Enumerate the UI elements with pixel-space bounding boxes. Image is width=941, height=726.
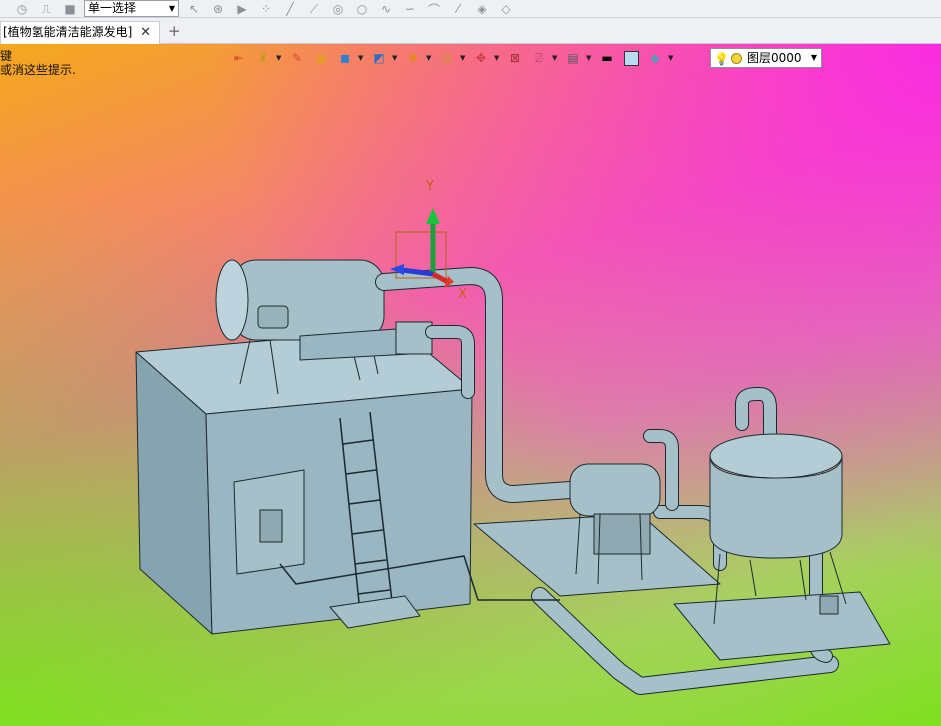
box-icon[interactable]: ▣	[310, 48, 332, 68]
chevron-down-icon: ▼	[810, 53, 817, 62]
layer-color-icon	[731, 53, 742, 64]
render-icon[interactable]: ✺	[402, 48, 424, 68]
top-toolbar: ◷ ⎍ ■ 单一选择 ▼ ↖ ⊛ ▶ ⁘ ╱ ⟋ ◎ ○ ∿ ∽ ⌒ ⁄ ◈ ◇	[0, 0, 941, 18]
chevron-down-icon[interactable]: ▼	[494, 54, 502, 62]
add-tab-icon[interactable]: +	[168, 22, 181, 40]
circle-icon[interactable]: ○	[354, 1, 370, 17]
arc-icon[interactable]: ∽	[402, 1, 418, 17]
view-cube-icon[interactable]: ◩	[368, 48, 390, 68]
chevron-down-icon[interactable]: ▼	[392, 54, 400, 62]
chevron-down-icon[interactable]: ▼	[552, 54, 560, 62]
arc-icon[interactable]: ⌒	[426, 1, 442, 17]
orbit-icon[interactable]: ✥	[470, 48, 492, 68]
brush-icon[interactable]: ✎	[286, 48, 308, 68]
axis-x-label: X	[458, 287, 467, 302]
chevron-down-icon[interactable]: ▼	[460, 54, 468, 62]
zoom-window-icon[interactable]: ⊠	[504, 48, 526, 68]
line-icon[interactable]: ⟋	[306, 1, 322, 17]
layer-dropdown[interactable]: 💡 图层0000 ▼	[710, 48, 822, 68]
top-tank-end	[215, 259, 249, 341]
material-icon[interactable]: ♜	[252, 48, 274, 68]
hint-text: 键 或消这些提示.	[0, 49, 76, 77]
surface-icon[interactable]: ◈	[474, 1, 490, 17]
document-tab[interactable]: [植物氢能清洁能源发电] ✕	[0, 21, 160, 44]
selection-mode-dropdown[interactable]: 单一选择 ▼	[84, 0, 179, 17]
right-vessel-top	[709, 433, 843, 479]
chevron-down-icon[interactable]: ▼	[668, 54, 676, 62]
middle-tank	[569, 463, 661, 517]
display-mode-icon[interactable]: ▤	[562, 48, 584, 68]
layer-label: 图层0000	[747, 51, 802, 65]
panel-switch	[259, 509, 283, 543]
circle-icon[interactable]: ◎	[330, 1, 346, 17]
fill-color-icon[interactable]	[620, 48, 642, 68]
chevron-down-icon[interactable]: ▼	[426, 54, 434, 62]
cube-icon[interactable]: ◼	[334, 48, 356, 68]
chevron-down-icon[interactable]: ▼	[586, 54, 594, 62]
document-tab-label: [植物氢能清洁能源发电]	[3, 25, 133, 39]
chevron-down-icon[interactable]: ▼	[358, 54, 366, 62]
line-color-icon[interactable]: ▬	[596, 48, 618, 68]
hint-line-1: 键	[0, 49, 13, 63]
axis-y-label: Y	[425, 179, 434, 194]
line-icon[interactable]: ╱	[282, 1, 298, 17]
ground-slab-2	[673, 591, 891, 661]
3d-viewport[interactable]: 键 或消这些提示. ⇤ ♜ ▼ ✎ ▣ ◼ ▼ ◩ ▼ ✺ ▼ ⊡ ▼ ✥ ▼ ⊠ ⍁ ▼ ▤…	[0, 44, 941, 726]
cad-model[interactable]: Y X	[0, 44, 941, 726]
exit-icon[interactable]: ⇤	[228, 48, 250, 68]
view-toolbar: ⇤ ♜ ▼ ✎ ▣ ◼ ▼ ◩ ▼ ✺ ▼ ⊡ ▼ ✥ ▼ ⊠ ⍁ ▼ ▤ ▼ ▬ ◆ ▼	[228, 46, 676, 70]
section-icon[interactable]: ⍁	[528, 48, 550, 68]
close-icon[interactable]: ✕	[140, 22, 151, 43]
pointer-icon[interactable]: ↖	[186, 1, 202, 17]
document-tab-bar: [植物氢能清洁能源发电] ✕ +	[0, 18, 941, 44]
point-icon[interactable]: ⁘	[258, 1, 274, 17]
stop-icon[interactable]: ■	[62, 1, 78, 17]
line-icon[interactable]: ⁄	[450, 1, 466, 17]
undo-step-icon[interactable]: ⎍	[38, 1, 54, 17]
surface-icon[interactable]: ◇	[498, 1, 514, 17]
top-tank	[231, 259, 385, 341]
play-icon[interactable]: ▶	[234, 1, 250, 17]
history-icon[interactable]: ◷	[14, 1, 30, 17]
layer-stack-icon[interactable]: ◆	[644, 48, 666, 68]
selection-mode-value: 单一选择	[88, 1, 137, 15]
spline-icon[interactable]: ∿	[378, 1, 394, 17]
chevron-down-icon[interactable]: ▼	[276, 54, 284, 62]
fit-view-icon[interactable]: ⊡	[436, 48, 458, 68]
hint-line-2: 或消这些提示.	[0, 63, 76, 77]
lightbulb-icon: 💡	[714, 52, 729, 66]
pick-filter-icon[interactable]: ⊛	[210, 1, 226, 17]
chevron-down-icon: ▼	[168, 4, 175, 13]
